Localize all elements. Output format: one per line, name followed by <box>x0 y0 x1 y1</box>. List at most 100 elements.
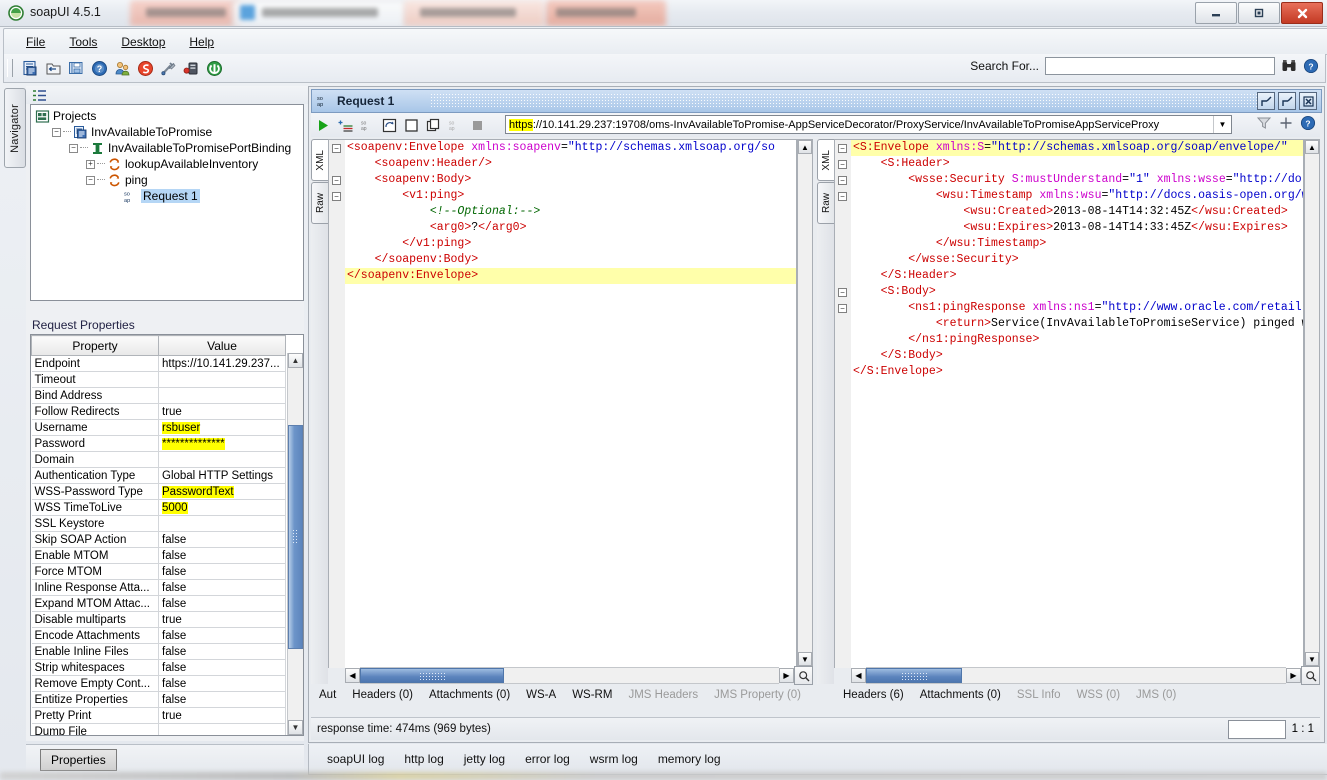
log-tab-http-log[interactable]: http log <box>396 749 451 769</box>
tab-ws-rm[interactable]: WS-RM <box>564 687 620 703</box>
table-row[interactable]: Timeout <box>32 372 286 388</box>
table-row[interactable]: Skip SOAP Actionfalse <box>32 532 286 548</box>
table-row[interactable]: SSL Keystore <box>32 516 286 532</box>
property-value[interactable]: false <box>159 564 286 580</box>
zoom-icon[interactable] <box>1301 666 1320 685</box>
hscroll-thumb[interactable] <box>866 668 962 683</box>
property-value[interactable] <box>159 452 286 468</box>
table-row[interactable]: Dump File <box>32 724 286 737</box>
restore-window-button[interactable] <box>1257 92 1275 110</box>
fold-toggle-icon[interactable]: − <box>838 192 847 201</box>
table-row[interactable]: Domain <box>32 452 286 468</box>
soapui-trial-icon[interactable] <box>135 58 155 78</box>
tree-node-projects[interactable]: Projects <box>31 108 303 124</box>
help-icon[interactable]: ? <box>89 58 109 78</box>
expand-collapse-icon[interactable] <box>32 89 47 102</box>
table-row[interactable]: Authentication TypeGlobal HTTP Settings <box>32 468 286 484</box>
table-row[interactable]: Entitize Propertiesfalse <box>32 692 286 708</box>
hscroll-thumb[interactable] <box>360 668 504 683</box>
scroll-left-button[interactable]: ◀ <box>851 668 866 683</box>
new-project-icon[interactable] <box>20 58 40 78</box>
add-to-testcase-icon[interactable] <box>336 116 355 135</box>
collapse-node-icon[interactable]: − <box>86 176 95 185</box>
help-icon[interactable]: ? <box>1300 115 1316 131</box>
save-all-icon[interactable] <box>66 58 86 78</box>
table-row[interactable]: WSS TimeToLive5000 <box>32 500 286 516</box>
property-value[interactable]: false <box>159 644 286 660</box>
property-value[interactable]: false <box>159 580 286 596</box>
property-value[interactable]: false <box>159 676 286 692</box>
filter-icon[interactable] <box>1256 115 1272 131</box>
close-button[interactable] <box>1281 2 1323 24</box>
table-row[interactable]: Remove Empty Cont...false <box>32 676 286 692</box>
response-vertical-scrollbar[interactable]: ▲ ▼ <box>1304 139 1320 667</box>
scroll-down-button[interactable]: ▼ <box>798 652 812 666</box>
request-vertical-scrollbar[interactable]: ▲ ▼ <box>797 139 813 667</box>
hscroll-track[interactable] <box>866 667 1286 684</box>
tree-node-invavailabletopromise[interactable]: −InvAvailableToPromise <box>31 124 303 140</box>
tab-jms-property-0[interactable]: JMS Property (0) <box>706 687 809 703</box>
log-tab-error-log[interactable]: error log <box>517 749 578 769</box>
minimize-button[interactable] <box>1195 2 1237 24</box>
help-icon[interactable]: ? <box>1303 58 1319 74</box>
tab-aut[interactable]: Aut <box>311 687 344 703</box>
tree-node-request-1[interactable]: soapRequest 1 <box>31 188 303 204</box>
property-value[interactable]: false <box>159 660 286 676</box>
submit-request-icon[interactable] <box>314 116 333 135</box>
scroll-up-button[interactable]: ▲ <box>288 353 303 368</box>
scroll-up-button[interactable]: ▲ <box>1305 140 1319 154</box>
property-value[interactable]: false <box>159 532 286 548</box>
table-row[interactable]: Endpointhttps://10.141.29.237... <box>32 356 286 372</box>
log-tab-soapui-log[interactable]: soapUI log <box>319 749 392 769</box>
project-tree[interactable]: Projects−InvAvailableToPromise−InvAvaila… <box>30 104 304 301</box>
property-value[interactable] <box>159 388 286 404</box>
view-tab-xml[interactable]: XML <box>311 139 328 181</box>
chevron-down-icon[interactable]: ▼ <box>1213 116 1231 133</box>
collapse-node-icon[interactable]: − <box>52 128 61 137</box>
properties-scrollbar[interactable]: ▲ ▼ <box>287 353 303 735</box>
response-horizontal-scrollbar[interactable]: ◀ ▶ <box>851 667 1320 684</box>
tree-node-invavailabletopromiseportbinding[interactable]: −InvAvailableToPromisePortBinding <box>31 140 303 156</box>
view-tab-raw[interactable]: Raw <box>817 182 834 224</box>
request-xml-editor[interactable]: <soapenv:Envelope xmlns:soapenv="http://… <box>345 139 797 668</box>
tab-attachments-0[interactable]: Attachments (0) <box>912 687 1009 703</box>
fold-toggle-icon[interactable]: − <box>838 144 847 153</box>
property-value[interactable]: PasswordText <box>159 484 286 500</box>
binoculars-icon[interactable] <box>1281 58 1297 74</box>
maximize-window-button[interactable] <box>1278 92 1296 110</box>
table-row[interactable]: Usernamersbuser <box>32 420 286 436</box>
menu-file[interactable]: File <box>14 32 57 52</box>
tab-jms-0[interactable]: JMS (0) <box>1128 687 1184 703</box>
properties-button[interactable]: Properties <box>40 749 117 771</box>
view-tab-raw[interactable]: Raw <box>311 182 328 224</box>
server-icon[interactable] <box>181 58 201 78</box>
view-tab-xml[interactable]: XML <box>817 139 834 181</box>
fold-toggle-icon[interactable]: − <box>838 176 847 185</box>
log-tab-wsrm-log[interactable]: wsrm log <box>582 749 646 769</box>
fold-toggle-icon[interactable]: − <box>332 176 341 185</box>
table-row[interactable]: Inline Response Atta...false <box>32 580 286 596</box>
property-value[interactable] <box>159 724 286 737</box>
loadui-icon[interactable] <box>204 58 224 78</box>
table-row[interactable]: Enable MTOMfalse <box>32 548 286 564</box>
scroll-right-button[interactable]: ▶ <box>779 668 794 683</box>
status-input[interactable] <box>1228 720 1286 739</box>
zoom-icon[interactable] <box>794 666 813 685</box>
scroll-down-button[interactable]: ▼ <box>288 720 303 735</box>
preferences-icon[interactable] <box>158 58 178 78</box>
tree-node-lookupavailableinventory[interactable]: +lookupAvailableInventory <box>31 156 303 172</box>
tab-headers-0[interactable]: Headers (0) <box>344 687 421 703</box>
fold-toggle-icon[interactable]: − <box>332 144 341 153</box>
table-row[interactable]: Password************** <box>32 436 286 452</box>
table-row[interactable]: Follow Redirectstrue <box>32 404 286 420</box>
forum-icon[interactable] <box>112 58 132 78</box>
property-value[interactable]: false <box>159 596 286 612</box>
request-properties-table[interactable]: Property Value Endpointhttps://10.141.29… <box>31 335 286 736</box>
table-row[interactable]: Disable multipartstrue <box>32 612 286 628</box>
maximize-button[interactable] <box>1238 2 1280 24</box>
table-row[interactable]: Force MTOMfalse <box>32 564 286 580</box>
table-row[interactable]: Expand MTOM Attac...false <box>32 596 286 612</box>
one-way-icon[interactable] <box>402 116 421 135</box>
fold-toggle-icon[interactable]: − <box>838 304 847 313</box>
tree-node-ping[interactable]: −ping <box>31 172 303 188</box>
